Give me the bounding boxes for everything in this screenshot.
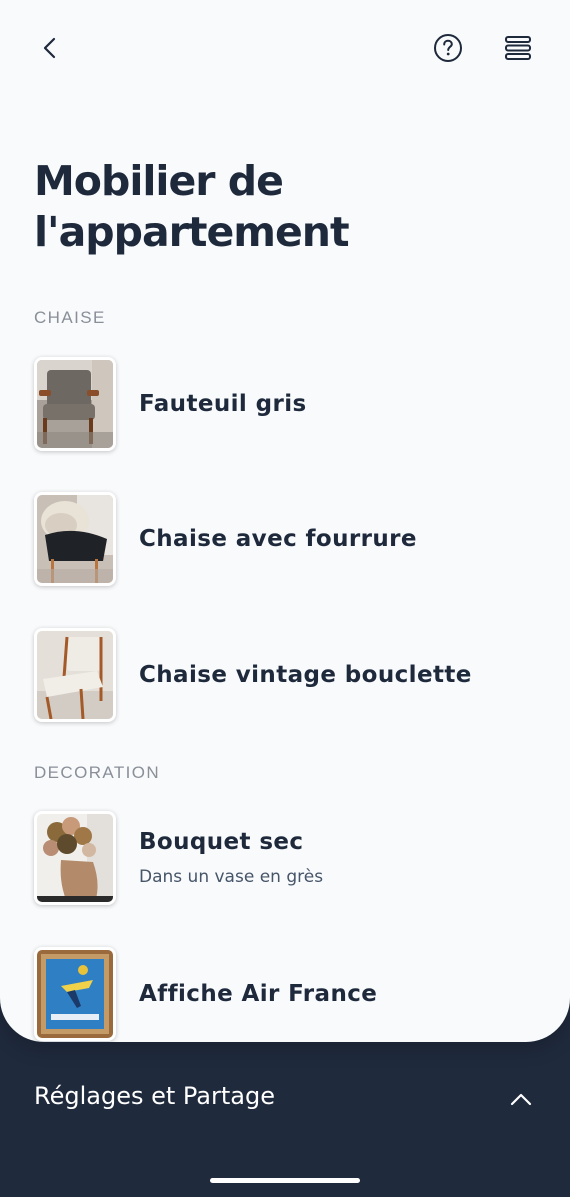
menu-button[interactable] (498, 28, 538, 68)
item-text: Affiche Air France (139, 947, 377, 1041)
item-title: Affiche Air France (139, 981, 378, 1007)
chair-boucle-photo (37, 631, 113, 719)
top-bar (0, 0, 570, 96)
section-title-chaise: CHAISE (34, 308, 106, 327)
item-title: Fauteuil gris (139, 391, 307, 417)
list-item-chaise-vintage[interactable]: Chaise vintage bouclette (34, 628, 534, 724)
home-indicator[interactable] (210, 1178, 360, 1183)
item-thumbnail (34, 492, 116, 586)
list-item-fauteuil-gris[interactable]: Fauteuil gris (34, 357, 534, 453)
air-france-poster-photo (37, 950, 113, 1038)
help-button[interactable] (428, 28, 468, 68)
page-title: Mobilier de l'appartement (34, 157, 350, 256)
list-item-bouquet-sec[interactable]: Bouquet sec Dans un vase en grès (34, 811, 534, 907)
back-button[interactable] (30, 28, 70, 68)
item-thumbnail (34, 947, 116, 1041)
content-panel: Mobilier de l'appartement CHAISE Fauteui… (0, 0, 570, 1042)
item-thumbnail (34, 628, 116, 722)
item-title: Chaise vintage bouclette (139, 662, 472, 688)
chevron-up-icon (510, 1093, 532, 1106)
item-text: Bouquet sec Dans un vase en grès (139, 811, 323, 905)
item-text: Fauteuil gris (139, 357, 307, 451)
help-circle-icon (434, 34, 462, 62)
expand-bottom-sheet-button[interactable] (504, 1084, 538, 1114)
chevron-left-icon (43, 37, 56, 59)
item-title: Chaise avec fourrure (139, 526, 417, 552)
item-text: Chaise avec fourrure (139, 492, 417, 586)
item-text: Chaise vintage bouclette (139, 628, 472, 722)
item-thumbnail (34, 811, 116, 905)
menu-lines-icon (505, 36, 531, 60)
section-title-decoration: DECORATION (34, 763, 161, 782)
armchair-gray-photo (37, 360, 113, 448)
list-item-chaise-fourrure[interactable]: Chaise avec fourrure (34, 492, 534, 588)
settings-share-label[interactable]: Réglages et Partage (34, 1082, 275, 1110)
item-subtitle: Dans un vase en grès (139, 867, 324, 887)
dried-bouquet-photo (37, 814, 113, 902)
chair-fur-photo (37, 495, 113, 583)
item-thumbnail (34, 357, 116, 451)
item-title: Bouquet sec (139, 829, 304, 855)
list-item-affiche-air-france[interactable]: Affiche Air France (34, 947, 534, 1042)
